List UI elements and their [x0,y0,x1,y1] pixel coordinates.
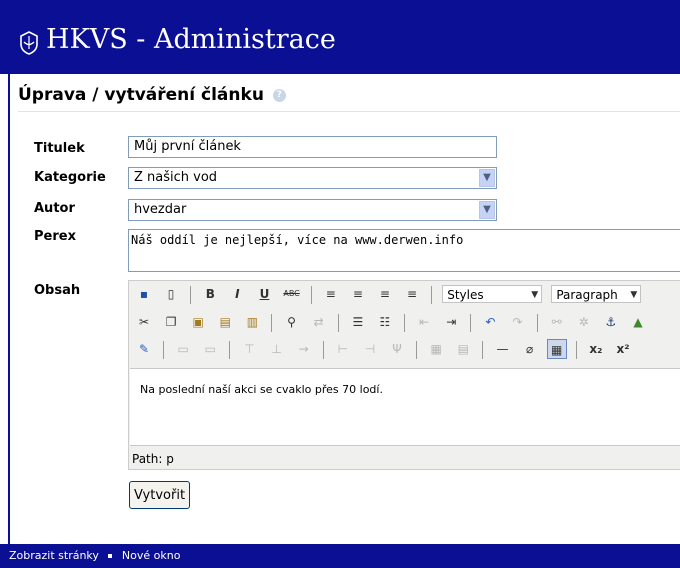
emblem-icon [20,31,38,55]
merge-cells-icon[interactable]: ▤ [453,339,473,359]
find-icon[interactable]: ⚲ [282,312,302,332]
title-label: Titulek [34,141,85,156]
unlink-icon[interactable]: ✲ [574,312,594,332]
styles-dropdown[interactable]: Styles ▼ [442,285,543,303]
toolbar-separator [431,286,433,304]
insert-row-before-icon[interactable]: ⊤ [239,339,259,359]
underline-icon[interactable]: U [254,284,274,304]
chevron-down-icon: ▼ [531,290,539,300]
editor-toolbar-row-2: ✂ ❐ ▣ ▤ ▥ ⚲ ⇄ ☰ ☷ ⇤ ⇥ ↶ ↷ ⚯ ✲ ⚓ ▲ [133,311,649,335]
page-title: Úprava / vytváření článku ? [18,85,286,105]
insert-row-after-icon[interactable]: ⊥ [267,339,287,359]
styles-dropdown-label: Styles [447,288,484,302]
paste-word-icon[interactable]: ▥ [242,312,262,332]
title-divider [18,111,680,112]
format-dropdown[interactable]: Paragraph ▼ [551,285,642,303]
chevron-down-icon: ▼ [630,290,638,300]
content-label: Obsah [34,283,81,298]
create-button[interactable]: Vytvořit [129,481,191,509]
subscript-icon[interactable]: x₂ [586,339,606,359]
strikethrough-icon[interactable]: ABC [282,284,302,304]
author-value: hvezdar [134,202,187,217]
editor-content-area[interactable]: Na poslední naší akci se cvaklo přes 70 … [130,368,680,446]
align-justify-icon[interactable]: ≡ [402,284,422,304]
perex-textarea[interactable]: Náš oddíl je nejlepší, více na www.derwe… [128,229,680,272]
footer-bullet [108,554,113,558]
author-label: Autor [34,201,75,216]
new-window-link[interactable]: Nové okno [122,549,181,562]
anchor-icon[interactable]: ⚓ [601,312,621,332]
paste-text-icon[interactable]: ▤ [215,312,235,332]
editor-toolbar-row-3: ✎ ▭ ▭ ⊤ ⊥ → ⊢ ⊣ Ψ ▦ ▤ — ⌀ ▦ x₂ x² [133,338,634,362]
save-icon[interactable]: ▪ [134,284,154,304]
remove-format-icon[interactable]: ⌀ [520,339,540,359]
page-title-text: Úprava / vytváření článku [18,85,264,105]
undo-icon[interactable]: ↶ [480,312,500,332]
category-value: Z našich vod [134,170,218,185]
toolbar-separator [163,341,165,359]
table-cell-props-icon[interactable]: ▭ [200,339,220,359]
toolbar-separator [271,314,273,332]
perex-label: Perex [34,229,76,244]
bullet-list-icon[interactable]: ☰ [348,312,368,332]
toolbar-separator [322,341,324,359]
redo-icon[interactable]: ↷ [508,312,528,332]
bold-icon[interactable]: B [200,284,220,304]
editor-toolbar-row-1: ▪ ▯ B I U ABC ≡ ≡ ≡ ≡ Styles ▼ Paragraph… [133,283,643,307]
author-select[interactable]: hvezdar ▼ [128,199,497,221]
toolbar-separator [229,341,231,359]
link-icon[interactable]: ⚯ [547,312,567,332]
horizontal-rule-icon[interactable]: — [493,339,513,359]
toolbar-separator [470,314,472,332]
cut-icon[interactable]: ✂ [134,312,154,332]
chevron-down-icon[interactable]: ▼ [479,169,495,187]
copy-icon[interactable]: ❐ [161,312,181,332]
view-site-link[interactable]: Zobrazit stránky [9,549,99,562]
paste-icon[interactable]: ▣ [188,312,208,332]
toolbar-separator [482,341,484,359]
numbered-list-icon[interactable]: ☷ [375,312,395,332]
footer-bar: Zobrazit stránky Nové okno [0,544,680,568]
table-icon[interactable]: ▦ [546,339,567,359]
image-icon[interactable]: ▲ [628,312,648,332]
split-cells-icon[interactable]: ▦ [426,339,446,359]
align-right-icon[interactable]: ≡ [375,284,395,304]
delete-row-icon[interactable]: → [294,339,314,359]
indent-icon[interactable]: ⇥ [441,312,461,332]
help-icon[interactable]: ? [272,88,286,102]
italic-icon[interactable]: I [227,284,247,304]
rich-text-editor: ▪ ▯ B I U ABC ≡ ≡ ≡ ≡ Styles ▼ Paragraph… [128,280,680,470]
toolbar-separator [416,341,418,359]
category-select[interactable]: Z našich vod ▼ [128,167,497,189]
category-label: Kategorie [34,170,106,185]
outdent-icon[interactable]: ⇤ [414,312,434,332]
title-input[interactable]: Můj první článek [128,136,497,158]
new-document-icon[interactable]: ▯ [161,284,181,304]
editor-path-bar: Path: p [132,452,174,466]
toolbar-separator [190,286,192,304]
toolbar-separator [575,341,577,359]
superscript-icon[interactable]: x² [613,339,633,359]
insert-column-after-icon[interactable]: ⊣ [360,339,380,359]
toolbar-separator [536,314,538,332]
align-left-icon[interactable]: ≡ [321,284,341,304]
align-center-icon[interactable]: ≡ [348,284,368,304]
left-border [8,74,10,544]
app-title: HKVS - Administrace [46,24,336,55]
table-row-props-icon[interactable]: ▭ [173,339,193,359]
replace-icon[interactable]: ⇄ [309,312,329,332]
edit-css-icon[interactable]: ✎ [134,339,154,359]
toolbar-separator [337,314,339,332]
toolbar-separator [310,286,312,304]
insert-column-before-icon[interactable]: ⊢ [333,339,353,359]
format-dropdown-label: Paragraph [556,288,618,302]
toolbar-separator [404,314,406,332]
chevron-down-icon[interactable]: ▼ [479,201,495,219]
app-header: HKVS - Administrace [0,0,680,74]
delete-column-icon[interactable]: Ψ [387,339,407,359]
